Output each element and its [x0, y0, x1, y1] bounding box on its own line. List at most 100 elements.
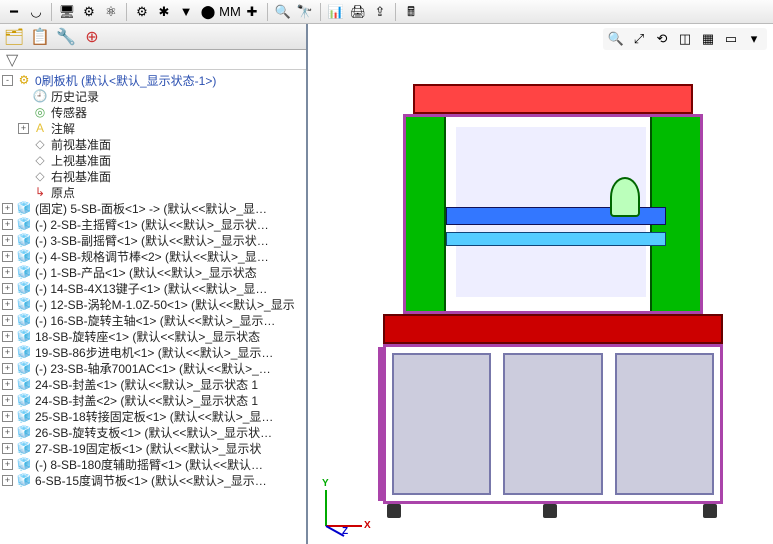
tree-item-label: 18-SB-旋转座<1> (默认<<默认>_显示状态	[35, 328, 260, 345]
tree-item[interactable]: +🧊25-SB-18转接固定板<1> (默认<<默认>_显…	[0, 408, 306, 424]
rotate-icon[interactable]: ⟲	[653, 30, 671, 48]
main-split: 🗂 📋 🔧 ⊕ ▽ -⚙0刷板机 (默认<默认_显示状态-1>)🕘历史记录◎传感器+A…	[0, 24, 773, 544]
tree-item[interactable]: ↳原点	[0, 184, 306, 200]
settings2-icon[interactable]: ✱	[154, 2, 174, 22]
tree-item[interactable]: ◇上视基准面	[0, 152, 306, 168]
filter-icon: ▽	[6, 50, 18, 70]
feature-manager-tab[interactable]: 🗂	[4, 27, 24, 47]
expand-toggle[interactable]: +	[2, 235, 13, 246]
expand-toggle[interactable]: +	[2, 299, 13, 310]
toggle-icon[interactable]: ▼	[176, 2, 196, 22]
tree-item-label: 传感器	[51, 104, 87, 121]
expand-toggle[interactable]: +	[2, 347, 13, 358]
excel-icon: 📊	[328, 5, 344, 18]
expand-toggle[interactable]: +	[2, 475, 13, 486]
zoom-fit-icon[interactable]: 🔍	[607, 30, 625, 48]
tree-item-icon: 🧊	[16, 425, 32, 439]
tree-item[interactable]: +🧊(-) 1-SB-产品<1> (默认<<默认>_显示状态	[0, 264, 306, 280]
tree-filter-bar[interactable]: ▽	[0, 50, 306, 70]
tree-item[interactable]: +🧊(-) 16-SB-旋转主轴<1> (默认<<默认>_显示…	[0, 312, 306, 328]
axis-x-label: X	[364, 520, 371, 531]
binoculars-icon[interactable]: 🔭	[295, 2, 315, 22]
expand-toggle[interactable]: +	[2, 315, 13, 326]
plus-icon[interactable]: ✚	[242, 2, 262, 22]
print-icon: 🖨	[350, 5, 367, 18]
expand-toggle[interactable]: +	[2, 411, 13, 422]
display-icon[interactable]: 🖥	[57, 2, 77, 22]
tree-item-icon: 🧊	[16, 217, 32, 231]
tree-item-icon: ◇	[32, 137, 48, 151]
tree-item[interactable]: +🧊6-SB-15度调节板<1> (默认<<默认>_显示…	[0, 472, 306, 488]
tree-item[interactable]: +🧊26-SB-旋转支板<1> (默认<<默认>_显示状…	[0, 424, 306, 440]
expand-toggle[interactable]: +	[2, 379, 13, 390]
tree-item[interactable]: +🧊(-) 14-SB-4X13键子<1> (默认<<默认>_显…	[0, 280, 306, 296]
tree-item-label: (-) 4-SB-规格调节棒<2> (默认<<默认>_显…	[35, 248, 269, 265]
expand-toggle[interactable]: -	[2, 75, 13, 86]
tree-item-label: (-) 23-SB-轴承7001AC<1> (默认<<默认>_…	[35, 360, 271, 377]
gear-icon[interactable]: ⚙	[79, 2, 99, 22]
expand-toggle[interactable]: +	[2, 251, 13, 262]
tree-item[interactable]: +🧊18-SB-旋转座<1> (默认<<默认>_显示状态	[0, 328, 306, 344]
tree-item[interactable]: 🕘历史记录	[0, 88, 306, 104]
arc-icon[interactable]: ◡	[26, 2, 46, 22]
tree-item[interactable]: +🧊(-) 12-SB-涡轮M-1.0Z-50<1> (默认<<默认>_显示	[0, 296, 306, 312]
tree-item[interactable]: +A注解	[0, 120, 306, 136]
option-icon[interactable]: ⚛	[101, 2, 121, 22]
record-icon[interactable]: ⬤	[198, 2, 218, 22]
tree-item[interactable]: +🧊24-SB-封盖<2> (默认<<默认>_显示状态 1	[0, 392, 306, 408]
tree-item[interactable]: +🧊(-) 23-SB-轴承7001AC<1> (默认<<默认>_…	[0, 360, 306, 376]
excel-icon[interactable]: 📊	[326, 2, 346, 22]
tree-item[interactable]: +🧊(-) 4-SB-规格调节棒<2> (默认<<默认>_显…	[0, 248, 306, 264]
tree-item[interactable]: +🧊(-) 8-SB-180度辅助摇臂<1> (默认<<默认…	[0, 456, 306, 472]
arc-icon: ◡	[30, 5, 41, 18]
tree-item[interactable]: ◇右视基准面	[0, 168, 306, 184]
dimxpert-tab[interactable]: ⊕	[82, 27, 102, 47]
tree-item[interactable]: +🧊(固定) 5-SB-面板<1> -> (默认<<默认>_显…	[0, 200, 306, 216]
tree-item[interactable]: +🧊19-SB-86步进电机<1> (默认<<默认>_显示…	[0, 344, 306, 360]
expand-toggle[interactable]: +	[2, 363, 13, 374]
tree-root-item[interactable]: -⚙0刷板机 (默认<默认_显示状态-1>)	[0, 72, 306, 88]
tree-item[interactable]: ◇前视基准面	[0, 136, 306, 152]
line-icon[interactable]: ━	[4, 2, 24, 22]
settings1-icon[interactable]: ⚙	[132, 2, 152, 22]
expand-toggle[interactable]: +	[2, 427, 13, 438]
expand-toggle[interactable]: +	[2, 459, 13, 470]
orientation-triad[interactable]: Y X Z	[314, 478, 374, 538]
measure-icon[interactable]: MM	[220, 2, 240, 22]
tree-item[interactable]: +🧊24-SB-封盖<1> (默认<<默认>_显示状态 1	[0, 376, 306, 392]
expand-toggle[interactable]: +	[18, 123, 29, 134]
tree-item[interactable]: +🧊(-) 2-SB-主摇臂<1> (默认<<默认>_显示状…	[0, 216, 306, 232]
export-icon[interactable]: ⇪	[370, 2, 390, 22]
tree-item-icon: ◇	[32, 169, 48, 183]
binoculars-icon: 🔭	[297, 5, 313, 18]
expand-toggle[interactable]: +	[2, 267, 13, 278]
tree-item-icon: 🧊	[16, 233, 32, 247]
tree-item-icon: 🧊	[16, 313, 32, 327]
perspective-icon[interactable]: ▭	[722, 30, 740, 48]
expand-toggle[interactable]: +	[2, 203, 13, 214]
print-icon[interactable]: 🖨	[348, 2, 368, 22]
tree-item[interactable]: ◎传感器	[0, 104, 306, 120]
expand-toggle[interactable]: +	[2, 443, 13, 454]
expand-toggle[interactable]: +	[2, 395, 13, 406]
tree-item-label: 注解	[51, 120, 75, 137]
tree-item-icon: 🧊	[16, 441, 32, 455]
toolbar-separator	[267, 3, 268, 21]
section-icon[interactable]: ◫	[676, 30, 694, 48]
expand-toggle[interactable]: +	[2, 283, 13, 294]
record-icon: ⬤	[201, 5, 216, 18]
property-manager-tab[interactable]: 📋	[30, 27, 50, 47]
tree-item[interactable]: +🧊(-) 3-SB-副摇臂<1> (默认<<默认>_显示状…	[0, 232, 306, 248]
expand-toggle[interactable]: +	[2, 219, 13, 230]
tree-item-label: 24-SB-封盖<2> (默认<<默认>_显示状态 1	[35, 392, 258, 409]
expand-toggle[interactable]: +	[2, 331, 13, 342]
search-icon[interactable]: 🔍	[273, 2, 293, 22]
config-manager-tab[interactable]: 🔧	[56, 27, 76, 47]
calc-icon[interactable]: 🖩	[401, 2, 421, 22]
axis-y-label: Y	[322, 478, 329, 489]
display-style-icon[interactable]: ▦	[699, 30, 717, 48]
graphics-viewport[interactable]: 🔍 ⤢ ⟲ ◫ ▦ ▭ ▾	[308, 24, 773, 544]
scene-icon[interactable]: ▾	[745, 30, 763, 48]
tree-item[interactable]: +🧊27-SB-19固定板<1> (默认<<默认>_显示状	[0, 440, 306, 456]
zoom-area-icon[interactable]: ⤢	[630, 30, 648, 48]
